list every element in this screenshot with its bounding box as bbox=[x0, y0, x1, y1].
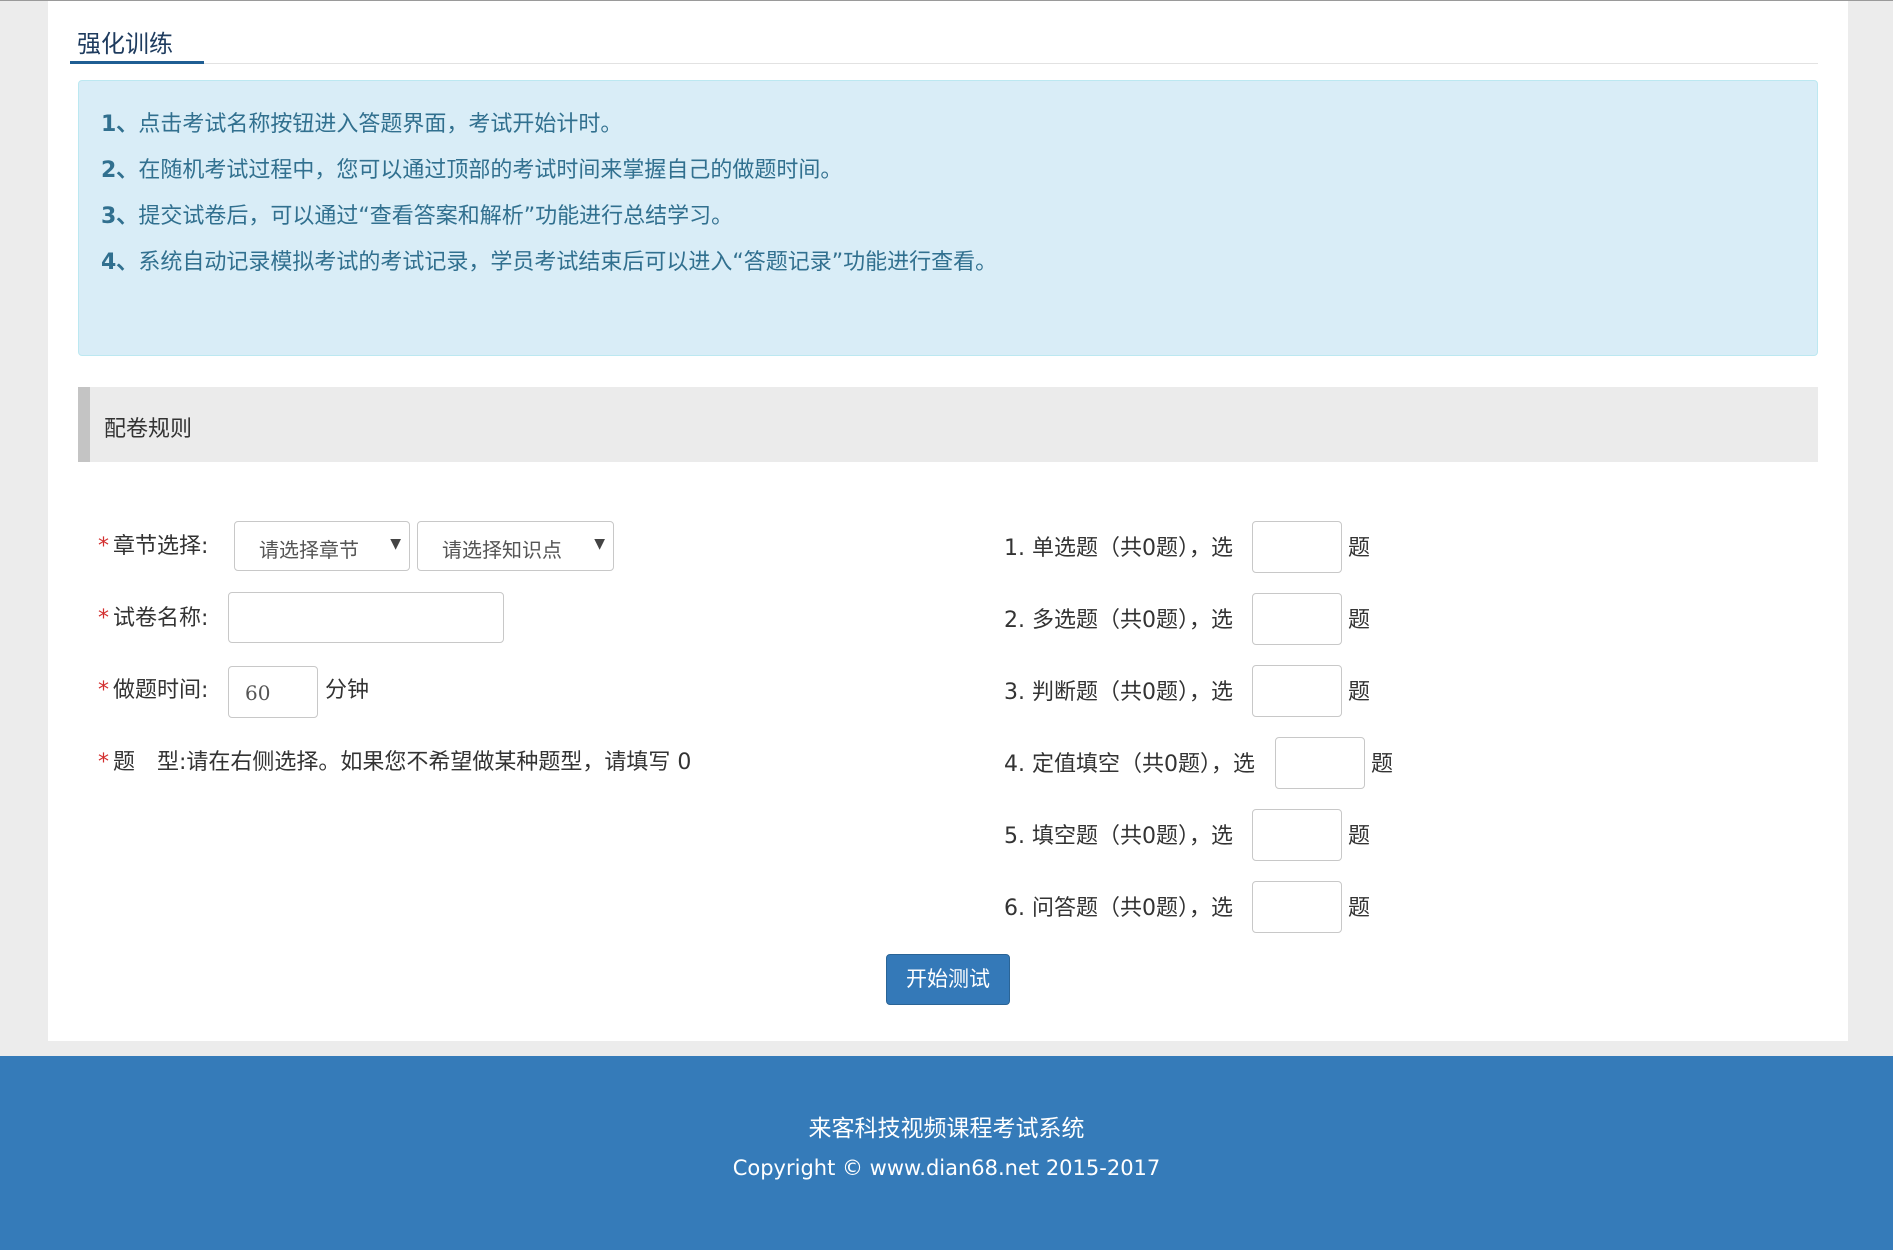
chapter-label: 章节选择: bbox=[113, 534, 209, 559]
multiple-choice-count-input[interactable] bbox=[1252, 593, 1342, 645]
tab-intensive-training[interactable]: 强化训练 bbox=[70, 1, 204, 64]
time-row: * 做题时间: bbox=[98, 672, 208, 704]
instruction-number: 3、 bbox=[101, 204, 139, 229]
paper-name-input[interactable] bbox=[228, 592, 504, 643]
fill-blank-count-input[interactable] bbox=[1252, 809, 1342, 861]
question-type-hint: 请在右侧选择。如果您不希望做某种题型，请填写 0 bbox=[186, 750, 692, 775]
rules-section-title: 配卷规则 bbox=[78, 387, 1818, 462]
question-suffix: 题 bbox=[1348, 536, 1371, 561]
chapter-select-value: 请选择章节 bbox=[259, 538, 359, 562]
instructions-panel: 1、点击考试名称按钮进入答题界面，考试开始计时。 2、在随机考试过程中，您可以通… bbox=[78, 80, 1818, 356]
question-type-label-fill: 5. 填空题（共0题），选 bbox=[1004, 824, 1233, 849]
instruction-item: 4、系统自动记录模拟考试的考试记录，学员考试结束后可以进入“答题记录”功能进行查… bbox=[101, 248, 1817, 294]
question-type-label-fixed-fill: 4. 定值填空（共0题），选 bbox=[1004, 752, 1255, 777]
time-label: 做题时间: bbox=[113, 678, 209, 703]
footer-title: 来客科技视频课程考试系统 bbox=[808, 1116, 1085, 1142]
instruction-text: 提交试卷后，可以通过“查看答案和解析”功能进行总结学习。 bbox=[138, 204, 734, 229]
required-mark: * bbox=[98, 606, 109, 631]
question-type-label-multiple: 2. 多选题（共0题），选 bbox=[1004, 608, 1233, 633]
question-suffix: 题 bbox=[1371, 752, 1394, 777]
question-suffix: 题 bbox=[1348, 824, 1371, 849]
knowledge-point-select[interactable]: 请选择知识点 ▼ bbox=[417, 521, 614, 571]
footer-copyright: Copyright © www.dian68.net 2015-2017 bbox=[732, 1156, 1161, 1180]
instruction-number: 1、 bbox=[101, 112, 139, 137]
time-input[interactable]: 60 bbox=[228, 666, 318, 718]
time-unit: 分钟 bbox=[325, 678, 370, 703]
question-type-label: 题 型: bbox=[113, 750, 187, 775]
instruction-item: 2、在随机考试过程中，您可以通过顶部的考试时间来掌握自己的做题时间。 bbox=[101, 156, 1817, 202]
question-type-row: * 题 型:请在右侧选择。如果您不希望做某种题型，请填写 0 bbox=[98, 744, 691, 776]
paper-name-label: 试卷名称: bbox=[113, 606, 209, 631]
start-test-button[interactable]: 开始测试 bbox=[886, 954, 1010, 1005]
tab-bar: 强化训练 bbox=[70, 1, 1818, 64]
instruction-number: 2、 bbox=[101, 158, 139, 183]
question-type-label-qa: 6. 问答题（共0题），选 bbox=[1004, 896, 1233, 921]
question-type-label-judgment: 3. 判断题（共0题），选 bbox=[1004, 680, 1233, 705]
caret-down-icon: ▼ bbox=[594, 536, 605, 552]
chapter-row: * 章节选择: bbox=[98, 528, 208, 560]
footer: 来客科技视频课程考试系统 Copyright © www.dian68.net … bbox=[0, 1056, 1893, 1250]
required-mark: * bbox=[98, 678, 109, 703]
question-suffix: 题 bbox=[1348, 896, 1371, 921]
fixed-fill-count-input[interactable] bbox=[1275, 737, 1365, 789]
judgment-count-input[interactable] bbox=[1252, 665, 1342, 717]
required-mark: * bbox=[98, 750, 109, 775]
instruction-item: 3、提交试卷后，可以通过“查看答案和解析”功能进行总结学习。 bbox=[101, 202, 1817, 248]
question-suffix: 题 bbox=[1348, 608, 1371, 633]
instruction-text: 系统自动记录模拟考试的考试记录，学员考试结束后可以进入“答题记录”功能进行查看。 bbox=[138, 250, 998, 275]
required-mark: * bbox=[98, 534, 109, 559]
main-container: 强化训练 1、点击考试名称按钮进入答题界面，考试开始计时。 2、在随机考试过程中… bbox=[48, 1, 1848, 1041]
knowledge-select-value: 请选择知识点 bbox=[442, 538, 562, 562]
instruction-text: 点击考试名称按钮进入答题界面，考试开始计时。 bbox=[138, 112, 623, 137]
instruction-text: 在随机考试过程中，您可以通过顶部的考试时间来掌握自己的做题时间。 bbox=[138, 158, 843, 183]
chapter-select[interactable]: 请选择章节 ▼ bbox=[234, 521, 410, 571]
instruction-item: 1、点击考试名称按钮进入答题界面，考试开始计时。 bbox=[101, 110, 1817, 156]
question-type-label-single: 1. 单选题（共0题），选 bbox=[1004, 536, 1233, 561]
question-suffix: 题 bbox=[1348, 680, 1371, 705]
caret-down-icon: ▼ bbox=[390, 536, 401, 552]
paper-name-row: * 试卷名称: bbox=[98, 600, 208, 632]
instruction-number: 4、 bbox=[101, 250, 139, 275]
single-choice-count-input[interactable] bbox=[1252, 521, 1342, 573]
qa-count-input[interactable] bbox=[1252, 881, 1342, 933]
